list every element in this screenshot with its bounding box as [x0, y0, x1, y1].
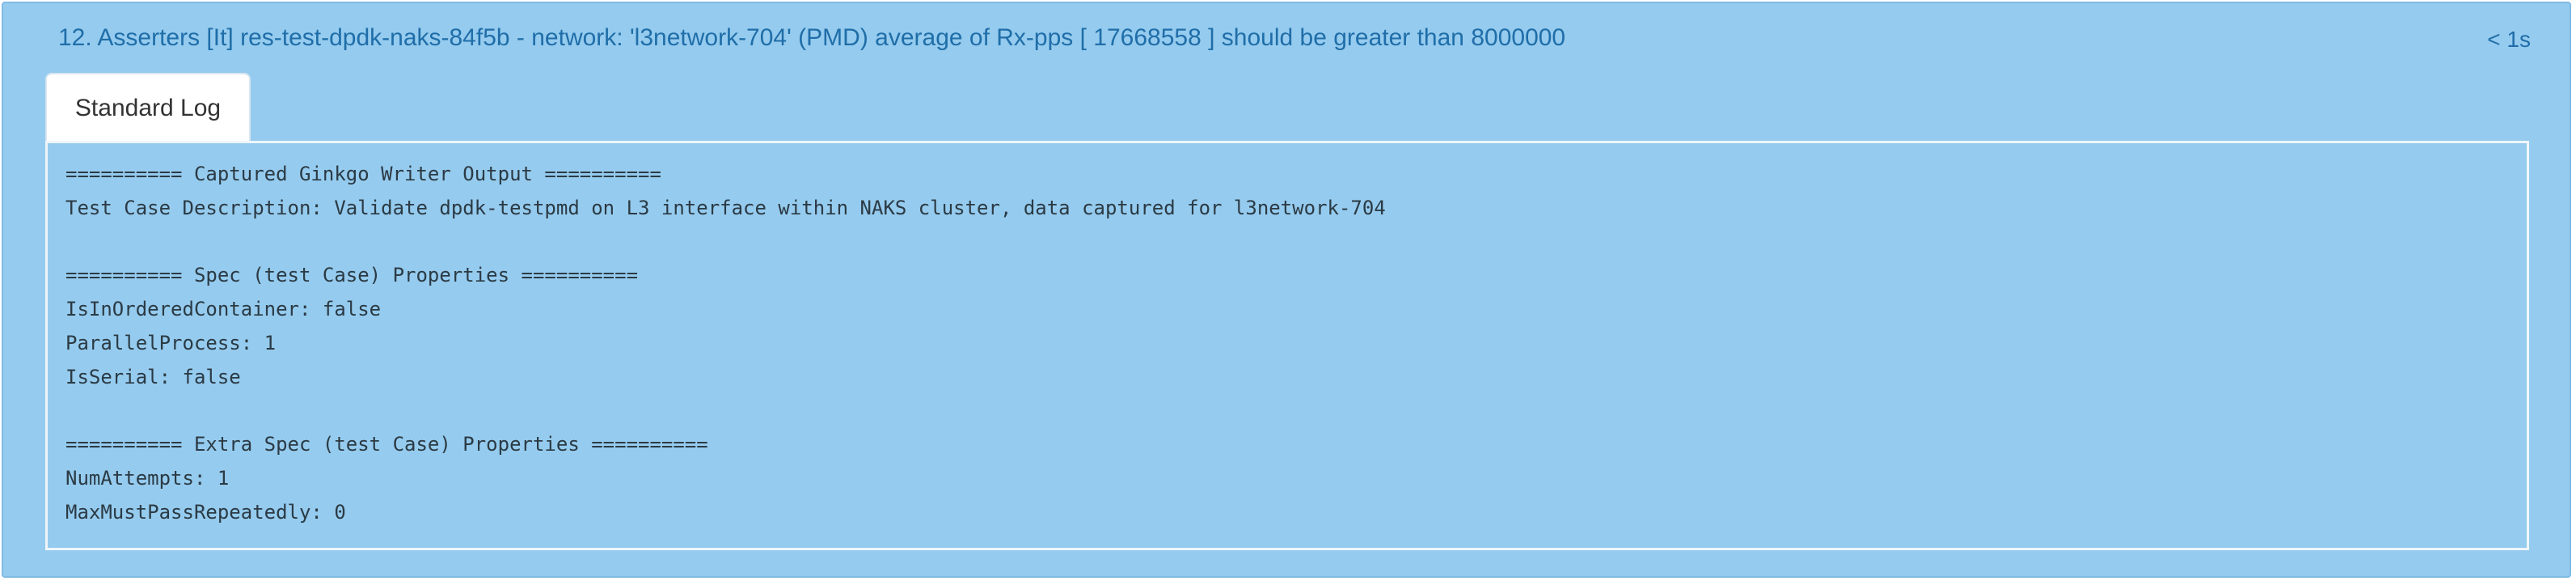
- log-line: ========== Extra Spec (test Case) Proper…: [65, 433, 708, 456]
- log-line: ParallelProcess: 1: [65, 332, 277, 354]
- test-duration: < 1s: [2487, 27, 2531, 52]
- log-line: ========== Captured Ginkgo Writer Output…: [65, 163, 661, 185]
- log-line: NumAttempts: 1: [65, 467, 230, 490]
- test-result-panel: 12. Asserters [It] res-test-dpdk-naks-84…: [2, 2, 2571, 578]
- log-line: IsSerial: false: [65, 366, 241, 388]
- tab-standard-log[interactable]: Standard Log: [45, 73, 251, 142]
- test-result-header[interactable]: 12. Asserters [It] res-test-dpdk-naks-84…: [3, 3, 2570, 74]
- log-line: MaxMustPassRepeatedly: 0: [65, 501, 346, 524]
- test-title-link[interactable]: 12. Asserters [It] res-test-dpdk-naks-84…: [58, 21, 1565, 55]
- standard-log-output: ========== Captured Ginkgo Writer Output…: [45, 141, 2529, 550]
- log-line: IsInOrderedContainer: false: [65, 298, 382, 320]
- log-line: Test Case Description: Validate dpdk-tes…: [65, 197, 1386, 219]
- log-line: ========== Spec (test Case) Properties =…: [65, 264, 639, 286]
